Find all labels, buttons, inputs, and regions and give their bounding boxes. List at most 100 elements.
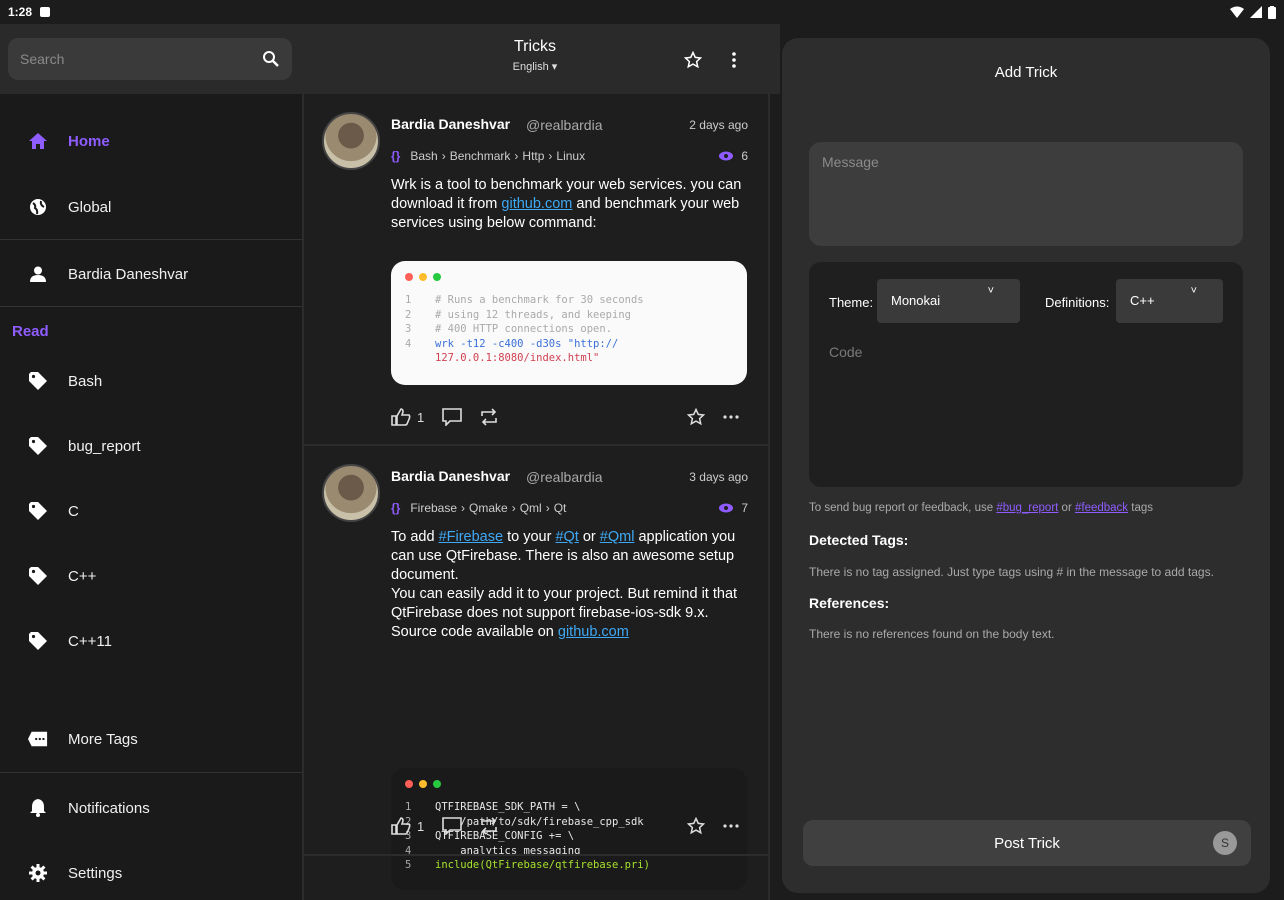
post-actions: 1 xyxy=(391,404,751,430)
sidebar-item-label: C xyxy=(68,502,79,520)
star-icon xyxy=(687,408,705,426)
dot-red xyxy=(405,780,413,788)
post-text: or xyxy=(578,529,600,545)
post-link[interactable]: github.com xyxy=(558,624,629,640)
post-trick-label: Post Trick xyxy=(994,834,1060,852)
definitions-select[interactable]: C++ ˅ xyxy=(1116,279,1223,323)
avatar[interactable] xyxy=(322,464,380,522)
favorite-button[interactable] xyxy=(687,408,705,426)
feedback-tag-link[interactable]: #feedback xyxy=(1075,502,1128,514)
code-snippet[interactable]: 1 # Runs a benchmark for 30 seconds 2 # us… xyxy=(391,261,747,385)
status-time: 1:28 xyxy=(8,5,33,19)
repost-icon xyxy=(481,408,498,426)
retweet-button[interactable] xyxy=(480,817,498,835)
breadcrumb-tag[interactable]: Bash xyxy=(410,149,437,163)
sidebar-item-label: Global xyxy=(68,198,112,216)
breadcrumb-tag[interactable]: Qmake xyxy=(469,501,508,515)
sidebar-tag-cpp[interactable]: C++ xyxy=(0,551,302,601)
battery-icon xyxy=(1268,5,1276,19)
theme-label: Theme: xyxy=(829,295,874,310)
sidebar-tag-cpp11[interactable]: C++11 xyxy=(0,616,302,666)
hashtag-link[interactable]: #Firebase xyxy=(439,529,503,545)
dot-green xyxy=(433,780,441,788)
chevron-right-icon: › xyxy=(548,149,553,163)
dot-yellow xyxy=(419,780,427,788)
sidebar-more-tags[interactable]: More Tags xyxy=(0,714,302,764)
star-icon[interactable] xyxy=(683,50,703,70)
window-dots xyxy=(405,273,733,281)
section-read-label: Read xyxy=(12,323,49,340)
sidebar-item-label: More Tags xyxy=(68,730,138,748)
theme-select[interactable]: Monokai ˅ xyxy=(877,279,1020,323)
post-trick-button[interactable]: Post Trick S xyxy=(803,820,1251,866)
breadcrumb-tag[interactable]: Linux xyxy=(556,149,585,163)
sidebar-item-settings[interactable]: Settings xyxy=(0,848,302,898)
sidebar-item-label: Notifications xyxy=(68,799,150,817)
bug-report-tag-link[interactable]: #bug_report xyxy=(996,502,1058,514)
chevron-down-icon: ˅ xyxy=(1190,285,1197,297)
search-bar[interactable]: Search xyxy=(8,38,292,80)
like-count: 1 xyxy=(417,409,425,425)
sidebar-item-home[interactable]: Home xyxy=(0,116,302,166)
avatar[interactable] xyxy=(322,112,380,170)
post-link[interactable]: github.com xyxy=(501,196,572,212)
post-text: You can easily add it to your project. B… xyxy=(391,586,738,621)
chevron-right-icon: › xyxy=(511,501,516,515)
breadcrumb-tag[interactable]: Benchmark xyxy=(450,149,511,163)
post-author[interactable]: Bardia Daneshvar xyxy=(391,116,510,132)
chevron-right-icon: › xyxy=(545,501,550,515)
comment-icon xyxy=(442,817,463,835)
hashtag-link[interactable]: #Qml xyxy=(600,529,635,545)
like-button[interactable]: 1 xyxy=(391,817,424,835)
search-input[interactable]: Search xyxy=(20,51,262,67)
eye-icon xyxy=(719,151,734,161)
code-bracket-icon: {} xyxy=(391,501,401,515)
post-author[interactable]: Bardia Daneshvar xyxy=(391,468,510,484)
hint-text: To send bug report or feedback, use xyxy=(809,502,997,514)
breadcrumb-tag[interactable]: Qml xyxy=(520,501,542,515)
chevron-right-icon: › xyxy=(441,149,446,163)
post-text: To add xyxy=(391,529,439,545)
sidebar-tag-bash[interactable]: Bash xyxy=(0,356,302,406)
code-line: 5 include(QtFirebase/qtfirebase.pri) xyxy=(405,858,733,873)
sidebar-tag-c[interactable]: C xyxy=(0,486,302,536)
language-selector[interactable]: English ▾ xyxy=(480,60,590,73)
code-text: # Runs a benchmark for 30 seconds xyxy=(435,294,644,306)
detected-tags-text: There is no tag assigned. Just type tags… xyxy=(809,565,1214,579)
breadcrumb-tag[interactable]: Firebase xyxy=(410,501,457,515)
sidebar-item-profile[interactable]: Bardia Daneshvar xyxy=(0,249,302,299)
hashtag-link[interactable]: #Qt xyxy=(555,529,578,545)
sidebar-item-global[interactable]: Global xyxy=(0,182,302,232)
more-options-button[interactable] xyxy=(723,415,739,419)
sidebar-item-notifications[interactable]: Notifications xyxy=(0,783,302,833)
comment-button[interactable] xyxy=(442,817,463,835)
character-counter: S xyxy=(1213,831,1237,855)
more-horiz-icon xyxy=(723,415,739,419)
divider xyxy=(0,239,302,240)
retweet-button[interactable] xyxy=(480,408,498,426)
more-vert-icon[interactable] xyxy=(724,50,744,70)
definitions-value: C++ xyxy=(1130,293,1155,308)
post-card[interactable]: Bardia Daneshvar @realbardia 2 days ago … xyxy=(304,94,768,444)
sidebar-tag-bug-report[interactable]: bug_report xyxy=(0,421,302,471)
breadcrumb-tag[interactable]: Http xyxy=(522,149,544,163)
home-icon xyxy=(28,131,48,151)
language-label: English xyxy=(512,61,549,73)
add-trick-panel: Add Trick Message Theme: Monokai ˅ Defin… xyxy=(782,38,1270,893)
more-options-button[interactable] xyxy=(723,824,739,828)
favorite-button[interactable] xyxy=(687,817,705,835)
hint-text: tags xyxy=(1128,502,1153,514)
breadcrumb-tag[interactable]: Qt xyxy=(554,501,567,515)
code-line: 1 # Runs a benchmark for 30 seconds xyxy=(405,293,733,308)
search-icon[interactable] xyxy=(262,50,280,68)
tag-breadcrumb: {} Bash › Benchmark › Http › Linux xyxy=(391,149,585,163)
divider xyxy=(0,772,302,773)
like-button[interactable]: 1 xyxy=(391,408,424,426)
comment-button[interactable] xyxy=(442,408,463,426)
message-input[interactable]: Message xyxy=(809,142,1243,246)
post-card[interactable]: Bardia Daneshvar @realbardia 3 days ago … xyxy=(304,446,768,890)
chevron-right-icon: › xyxy=(514,149,519,163)
status-bar: 1:28 xyxy=(0,0,1284,24)
code-editor[interactable]: Theme: Monokai ˅ Definitions: C++ ˅ Code xyxy=(809,262,1243,487)
sidebar-item-label: Bash xyxy=(68,372,103,390)
